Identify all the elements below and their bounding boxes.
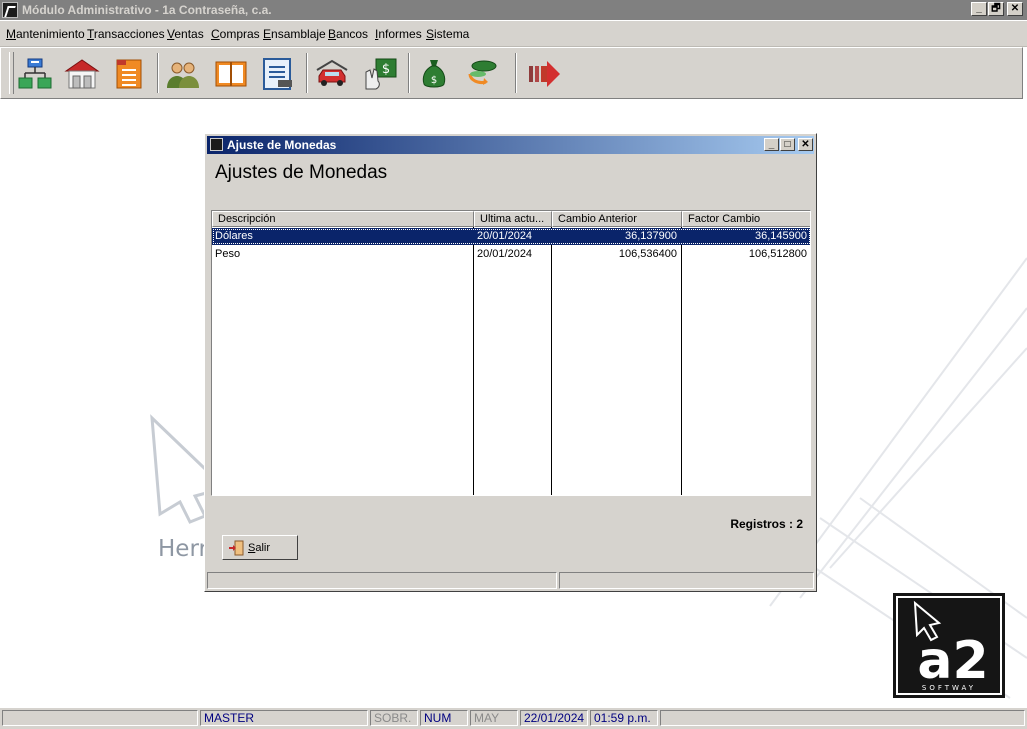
cell-cambio-anterior: 36,137900 — [625, 230, 677, 242]
menu-sistema[interactable]: Sistema — [426, 27, 469, 41]
status-date: 22/01/2024 — [520, 710, 588, 726]
dialog-maximize-button[interactable]: □ — [780, 138, 795, 151]
table-row[interactable]: Peso 20/01/2024 106,536400 106,512800 — [212, 246, 810, 263]
close-button[interactable]: ✕ — [1007, 2, 1023, 16]
users-icon[interactable] — [165, 56, 201, 92]
dialog-app-icon[interactable] — [210, 138, 223, 151]
status-may: MAY — [470, 710, 518, 726]
menu-compras[interactable]: Compras — [211, 27, 260, 41]
cell-factor-cambio: 106,512800 — [748, 248, 807, 260]
cell-cambio-anterior: 106,536400 — [618, 248, 677, 260]
exit-arrow-icon[interactable] — [526, 56, 562, 92]
status-time: 01:59 p.m. — [590, 710, 658, 726]
svg-text:$: $ — [382, 62, 390, 77]
status-bar: MASTER SOBR. NUM MAY 22/01/2024 01:59 p.… — [0, 707, 1027, 729]
cell-descripcion: Dólares — [215, 230, 253, 242]
dialog-close-button[interactable]: ✕ — [798, 138, 813, 151]
menu-mantenimiento[interactable]: Mantenimiento — [6, 27, 85, 41]
hand-money-icon[interactable]: $ — [362, 56, 398, 92]
column-header-cambio-anterior[interactable]: Cambio Anterior — [552, 211, 682, 227]
menu-ventas[interactable]: Ventas — [167, 27, 204, 41]
dialog-title: Ajuste de Monedas — [227, 138, 337, 152]
app-titlebar: Módulo Administrativo - 1a Contraseña, c… — [0, 0, 1027, 20]
app-icon[interactable] — [2, 2, 18, 18]
menu-ensamblaje[interactable]: Ensamblaje — [263, 27, 326, 41]
currency-grid[interactable]: Descripción Ultima actu... Cambio Anteri… — [211, 210, 811, 496]
book-icon[interactable] — [213, 56, 249, 92]
dialog-heading: Ajustes de Monedas — [215, 162, 388, 183]
a2-softway-logo: a2 SOFTWAY — [893, 593, 1005, 698]
svg-text:$: $ — [431, 75, 437, 86]
grid-header: Descripción Ultima actu... Cambio Anteri… — [212, 211, 810, 227]
status-panel-extra — [660, 710, 1025, 726]
background-brand-text: Herr — [158, 536, 208, 562]
car-icon[interactable] — [314, 56, 350, 92]
document-form-icon[interactable] — [260, 56, 296, 92]
app-title: Módulo Administrativo - 1a Contraseña, c… — [22, 3, 272, 17]
menu-bancos[interactable]: Bancos — [328, 27, 368, 41]
salir-button[interactable]: Salir — [222, 535, 298, 560]
cell-fecha: 20/01/2024 — [477, 248, 533, 260]
dialog-minimize-button[interactable]: _ — [764, 138, 779, 151]
warehouse-icon[interactable] — [64, 56, 100, 92]
logo-text: a2 — [917, 631, 988, 691]
status-num: NUM — [420, 710, 468, 726]
column-header-factor-cambio[interactable]: Factor Cambio — [682, 211, 810, 227]
menu-informes[interactable]: Informes — [375, 27, 422, 41]
column-header-descripcion[interactable]: Descripción — [212, 211, 474, 227]
status-user: MASTER — [200, 710, 368, 726]
exit-door-icon — [229, 540, 244, 556]
cell-fecha: 20/01/2024 — [477, 230, 533, 242]
status-sobr: SOBR. — [370, 710, 418, 726]
record-count: Registros : 2 — [730, 517, 803, 531]
restore-button[interactable]: 🗗 — [988, 2, 1004, 16]
status-panel-blank — [2, 710, 198, 726]
money-bag-icon[interactable]: $ — [416, 56, 452, 92]
dialog-titlebar[interactable]: Ajuste de Monedas _ □ ✕ — [207, 136, 814, 154]
cell-factor-cambio: 36,145900 — [755, 230, 807, 242]
menu-bar: Mantenimiento Transacciones Ventas Compr… — [0, 21, 1027, 47]
minimize-button[interactable]: _ — [971, 2, 987, 16]
dialog-status-panel-left — [207, 572, 557, 589]
menu-transacciones[interactable]: Transacciones — [87, 27, 165, 41]
cell-descripcion: Peso — [215, 248, 241, 260]
dialog-status-panel-right — [559, 572, 814, 589]
column-header-ultima-actualizacion[interactable]: Ultima actu... — [474, 211, 552, 227]
toolbar: $ $ — [0, 47, 1023, 99]
logo-subtext: SOFTWAY — [922, 684, 976, 692]
org-chart-icon[interactable] — [17, 56, 53, 92]
currency-exchange-icon[interactable] — [464, 56, 500, 92]
toolbar-grip[interactable] — [9, 52, 14, 94]
table-row[interactable]: Dólares 20/01/2024 36,137900 36,145900 — [212, 228, 810, 245]
currency-adjust-dialog: Ajuste de Monedas _ □ ✕ Ajustes de Moned… — [204, 133, 817, 592]
salir-label: Salir — [248, 542, 271, 554]
file-folder-icon[interactable] — [111, 56, 147, 92]
